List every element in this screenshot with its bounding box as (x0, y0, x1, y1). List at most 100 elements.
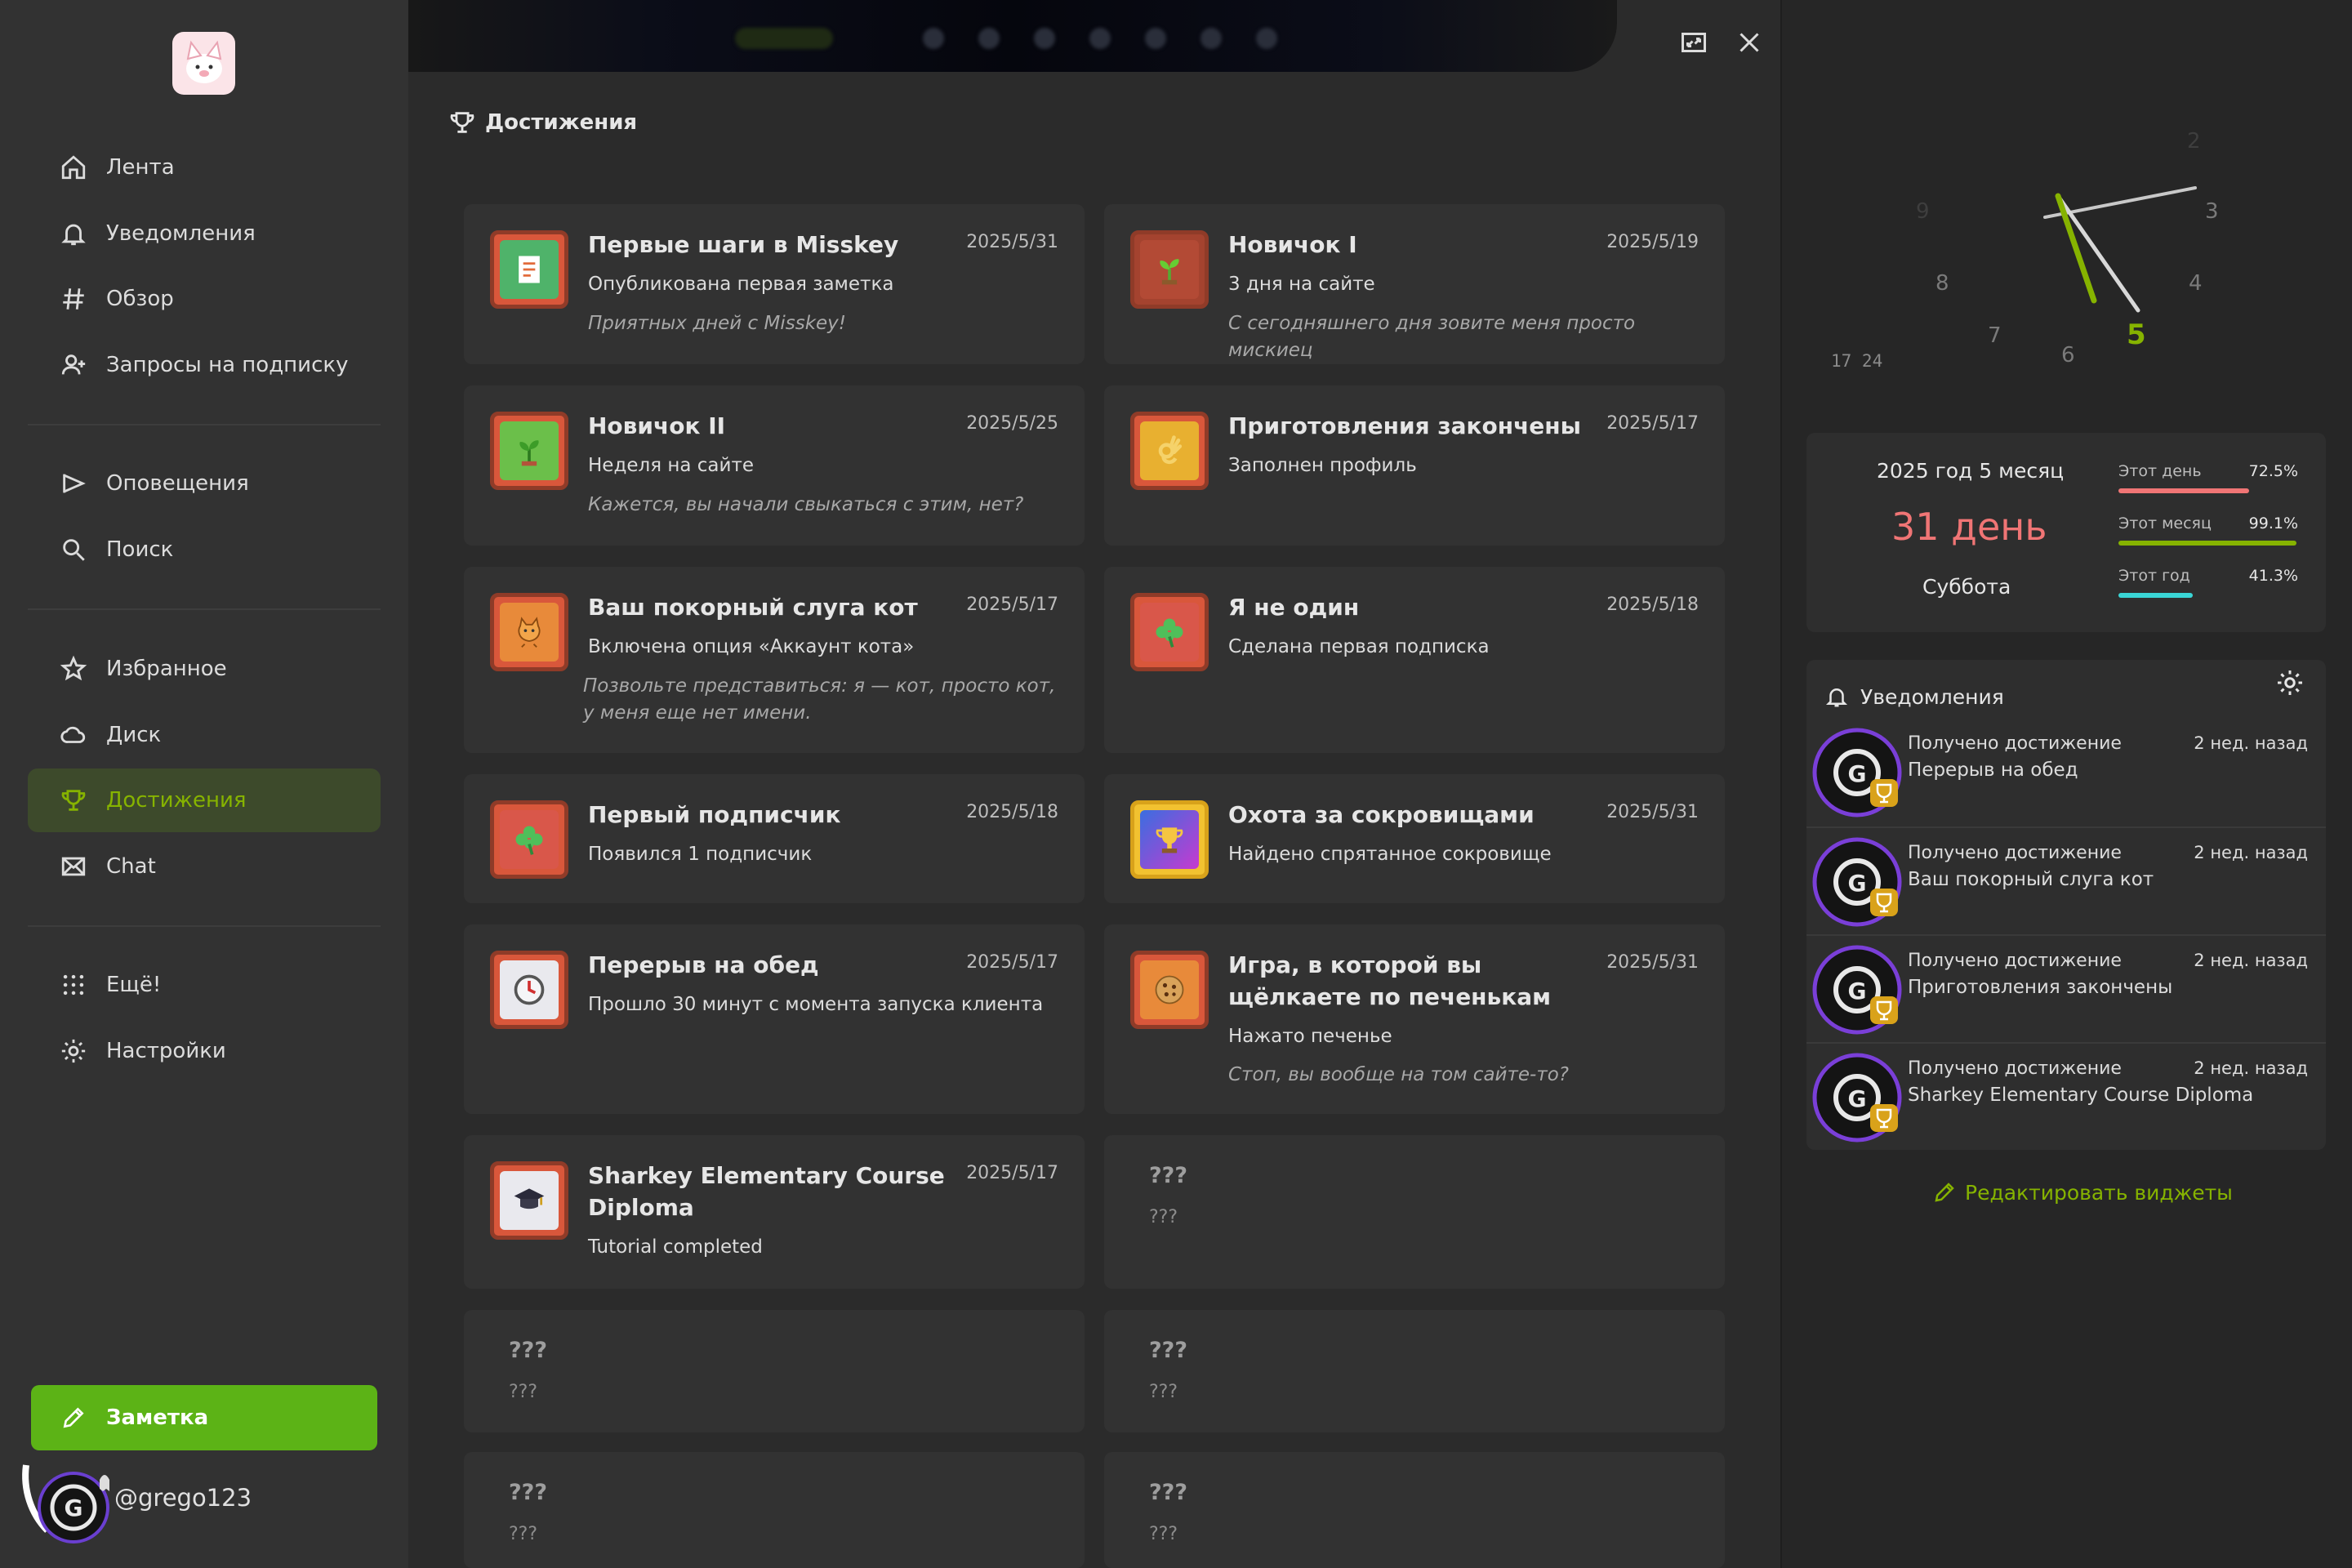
achievement-description: Заполнен профиль (1228, 455, 1417, 476)
achievement-card: Первые шаги в Misskey 2025/5/31 Опублико… (464, 204, 1085, 364)
svg-text:G: G (65, 1494, 83, 1521)
achievement-flavor: Кажется, вы начали свыкаться с этим, нет… (588, 494, 1024, 515)
sprout-icon (1140, 240, 1199, 299)
sidebar-item-label: Поиск (106, 537, 174, 562)
blurred-header-item (923, 28, 944, 49)
notification-achievement: Sharkey Elementary Course Diploma (1908, 1085, 2254, 1106)
achievement-date: 2025/5/31 (966, 232, 1058, 252)
sidebar-item-follow-requests[interactable]: Запросы на подписку (28, 333, 381, 397)
notifications-settings-button[interactable] (2275, 668, 2311, 704)
sidebar-item-notifications[interactable]: Уведомления (28, 202, 381, 265)
sidebar-item-more[interactable]: Ещё! (28, 953, 381, 1017)
notification-item[interactable]: G Получено достижение Ваш покорный слуга… (1806, 826, 2326, 934)
achievement-description: Найдено спрятанное сокровище (1228, 844, 1552, 865)
achievement-title: Новичок I (1228, 231, 1357, 258)
svg-text:G: G (1848, 978, 1867, 1004)
progress-label: Этот год (2118, 567, 2190, 585)
achievement-card-locked: ??? ??? (1104, 1135, 1725, 1289)
achievement-badge (1130, 412, 1209, 490)
achievement-card: Sharkey Elementary Course Diploma 2025/5… (464, 1135, 1085, 1289)
sidebar-item-label: Уведомления (106, 221, 256, 246)
notification-time: 2 нед. назад (2194, 843, 2308, 862)
mail-icon (56, 849, 91, 884)
achievement-date: 2025/5/18 (1606, 595, 1699, 615)
hash-icon (56, 281, 91, 317)
achievement-badge (490, 1161, 568, 1240)
achievement-date: 2025/5/17 (966, 1163, 1058, 1183)
notification-time: 2 нед. назад (2194, 951, 2308, 970)
sidebar-item-announcements[interactable]: Оповещения (28, 452, 381, 515)
calendar-year-month: 2025 год 5 месяц (1877, 459, 2065, 483)
notification-achievement: Приготовления закончены (1908, 977, 2173, 998)
achievement-badge (1130, 230, 1209, 309)
notification-item[interactable]: G Получено достижение Перерыв на обед 2 … (1806, 719, 2326, 826)
achievement-description: Опубликована первая заметка (588, 274, 894, 295)
sidebar-item-settings[interactable]: Настройки (28, 1019, 381, 1083)
notification-type: Получено достижение (1908, 843, 2122, 863)
progress-year: Этот год 41.3% (2118, 567, 2298, 598)
achievement-description: ??? (1149, 1207, 1178, 1227)
achievement-description: Нажато печенье (1228, 1026, 1392, 1047)
sidebar-item-timeline[interactable]: Лента (28, 136, 381, 199)
sidebar-item-label: Chat (106, 854, 156, 879)
trophy-icon (446, 106, 479, 139)
achievement-description: Tutorial completed (588, 1236, 763, 1258)
trophy-icon (1140, 810, 1199, 869)
cloud-icon (56, 717, 91, 753)
achievement-title: Первые шаги в Misskey (588, 231, 899, 258)
sidebar-item-label: Запросы на подписку (106, 353, 349, 377)
sidebar-item-search[interactable]: Поиск (28, 518, 381, 581)
progress-label: Этот день (2118, 462, 2202, 480)
achievement-card-locked: ??? ??? (1104, 1452, 1725, 1568)
blurred-header-item (1034, 28, 1055, 49)
achievement-card: Первый подписчик 2025/5/18 Появился 1 по… (464, 774, 1085, 903)
sidebar-item-label: Лента (106, 155, 175, 180)
notification-time: 2 нед. назад (2194, 1058, 2308, 1078)
expand-window-button[interactable] (1679, 28, 1708, 57)
blurred-header-item (1256, 28, 1277, 49)
notification-item[interactable]: G Получено достижение Sharkey Elementary… (1806, 1042, 2326, 1150)
digital-time: 17 24 (1831, 351, 1883, 371)
achievement-description: Появился 1 подписчик (588, 844, 813, 865)
notification-achievement: Перерыв на обед (1908, 760, 2078, 781)
sidebar-item-explore[interactable]: Обзор (28, 267, 381, 331)
svg-text:G: G (1848, 870, 1867, 897)
calendar-weekday: Суббота (1922, 575, 2011, 599)
close-window-button[interactable] (1735, 28, 1764, 57)
account-menu[interactable]: G @grego123 (15, 1449, 374, 1547)
blurred-header-item (978, 28, 1000, 49)
edit-widgets-link[interactable]: Редактировать виджеты (1932, 1176, 2233, 1209)
pencil-icon (1932, 1180, 1957, 1205)
window-titlebar (408, 0, 1780, 72)
achievement-title: ??? (509, 1480, 547, 1505)
app-logo[interactable] (172, 32, 235, 95)
sidebar-item-label: Диск (106, 723, 162, 747)
clock-icon (500, 960, 559, 1019)
achievement-badge (490, 593, 568, 671)
avatar: G (1806, 722, 1908, 823)
sidebar-item-label: Настройки (106, 1039, 226, 1063)
sidebar-item-favorites[interactable]: Избранное (28, 637, 381, 701)
achievement-description: ??? (509, 1382, 538, 1402)
achievement-badge (490, 951, 568, 1029)
sidebar-item-chat[interactable]: Chat (28, 835, 381, 898)
achievement-badge (1130, 951, 1209, 1029)
achievement-title: Первый подписчик (588, 801, 841, 828)
star-icon (56, 651, 91, 687)
close-icon (1735, 28, 1764, 57)
notification-item[interactable]: G Получено достижение Приготовления зако… (1806, 934, 2326, 1042)
achievement-title: ??? (1149, 1338, 1187, 1363)
post-note-button[interactable]: Заметка (31, 1385, 377, 1450)
achievement-title: Sharkey Elementary Course Diploma (588, 1162, 945, 1221)
achievement-card: Перерыв на обед 2025/5/17 Прошло 30 мину… (464, 924, 1085, 1114)
dots-grid-icon (56, 967, 91, 1003)
blurred-header-item (1089, 28, 1111, 49)
cat-icon (500, 603, 559, 662)
achievement-flavor: Позвольте представиться: я — кот, просто… (583, 675, 1056, 724)
bell-icon (1824, 684, 1849, 709)
sidebar-item-drive[interactable]: Диск (28, 703, 381, 767)
achievement-description: Прошло 30 минут с момента запуска клиент… (588, 994, 1044, 1015)
sidebar-item-achievements[interactable]: Достижения (28, 768, 381, 832)
notification-time: 2 нед. назад (2194, 733, 2308, 753)
account-username: @grego123 (114, 1484, 252, 1512)
